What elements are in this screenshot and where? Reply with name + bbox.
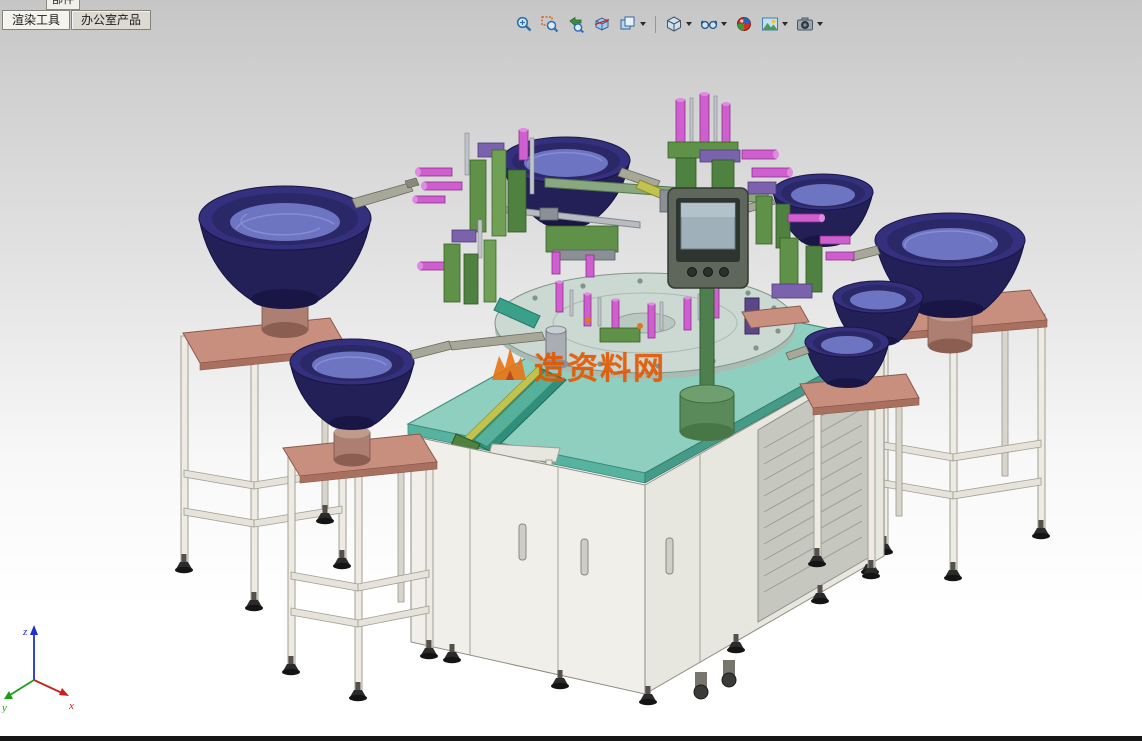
dropdown-caret-icon: [817, 22, 823, 26]
display-style-icon: [667, 16, 681, 32]
view-orientation-icon: [620, 16, 635, 30]
hmi-button[interactable]: [719, 267, 729, 277]
section-view-button[interactable]: [590, 13, 614, 35]
door-handle[interactable]: [665, 537, 674, 575]
3d-viewport[interactable]: [0, 0, 1142, 741]
view-settings-button[interactable]: [793, 13, 826, 35]
hmi-button[interactable]: [703, 267, 713, 277]
edit-appearance-icon: [737, 17, 751, 31]
orientation-triad[interactable]: z x y: [0, 618, 80, 718]
display-style-button[interactable]: [662, 13, 695, 35]
toolbar-separator: [655, 15, 656, 33]
tab-office-products[interactable]: 办公室产品: [71, 10, 152, 30]
solidworks-window: 造资料网 部件 渲染工具 办公室产品 z x y: [0, 0, 1142, 741]
dropdown-caret-icon: [640, 22, 646, 26]
zoom-to-fit-button[interactable]: [512, 13, 536, 35]
hmi-button[interactable]: [687, 267, 697, 277]
hide-show-items-button[interactable]: [697, 13, 730, 35]
view-orientation-button[interactable]: [616, 13, 649, 35]
door-handle[interactable]: [518, 523, 527, 561]
command-manager-tabs: 渲染工具 办公室产品: [2, 10, 152, 30]
tab-clipped-partial[interactable]: 部件: [46, 0, 80, 10]
zoom-to-area-icon: [541, 16, 559, 33]
door-handle[interactable]: [580, 538, 589, 576]
previous-view-button[interactable]: [564, 13, 588, 35]
tab-clipped-label: 部件: [52, 0, 74, 6]
dropdown-caret-icon: [721, 22, 727, 26]
zoom-to-area-button[interactable]: [538, 13, 562, 35]
triad-z-label: z: [22, 626, 28, 638]
triad-y-label: y: [1, 702, 7, 713]
dropdown-caret-icon: [686, 22, 692, 26]
edit-appearance-button[interactable]: [732, 13, 756, 35]
apply-scene-icon: [762, 17, 778, 31]
triad-x-label: x: [68, 700, 74, 712]
heads-up-toolbar: [512, 13, 826, 35]
previous-view-icon: [569, 16, 584, 33]
apply-scene-button[interactable]: [758, 13, 791, 35]
dropdown-caret-icon: [782, 22, 788, 26]
hide-show-items-icon: [700, 20, 718, 30]
tab-render-tools[interactable]: 渲染工具: [2, 10, 71, 30]
view-settings-icon: [797, 17, 813, 31]
status-bar: [0, 736, 1142, 741]
zoom-to-fit-icon: [516, 16, 532, 32]
section-view-icon: [594, 17, 610, 31]
